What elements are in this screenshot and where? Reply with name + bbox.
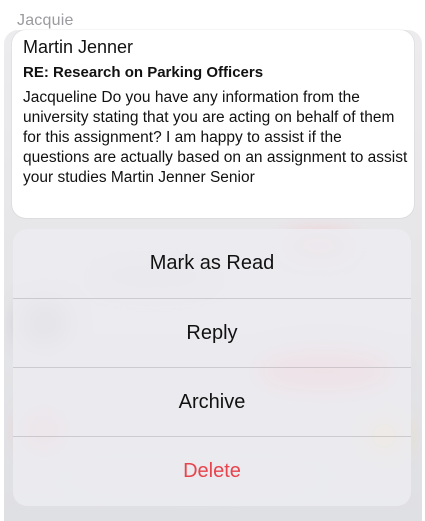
email-preview-screen: Jacquie Martin Jenner RE: Research on Pa…	[0, 0, 425, 521]
message-preview-card[interactable]: Martin Jenner RE: Research on Parking Of…	[12, 30, 414, 218]
reply-button[interactable]: Reply	[13, 298, 411, 368]
mark-as-read-button[interactable]: Mark as Read	[13, 229, 411, 298]
sender-name: Martin Jenner	[23, 37, 134, 57]
context-action-menu: Mark as Read Reply Archive Delete	[13, 229, 411, 506]
archive-button[interactable]: Archive	[13, 367, 411, 437]
delete-button[interactable]: Delete	[13, 436, 411, 506]
account-label: Jacquie	[17, 12, 74, 29]
message-body: Jacqueline Do you have any information f…	[23, 89, 408, 186]
message-subject: RE: Research on Parking Officers	[23, 64, 264, 81]
